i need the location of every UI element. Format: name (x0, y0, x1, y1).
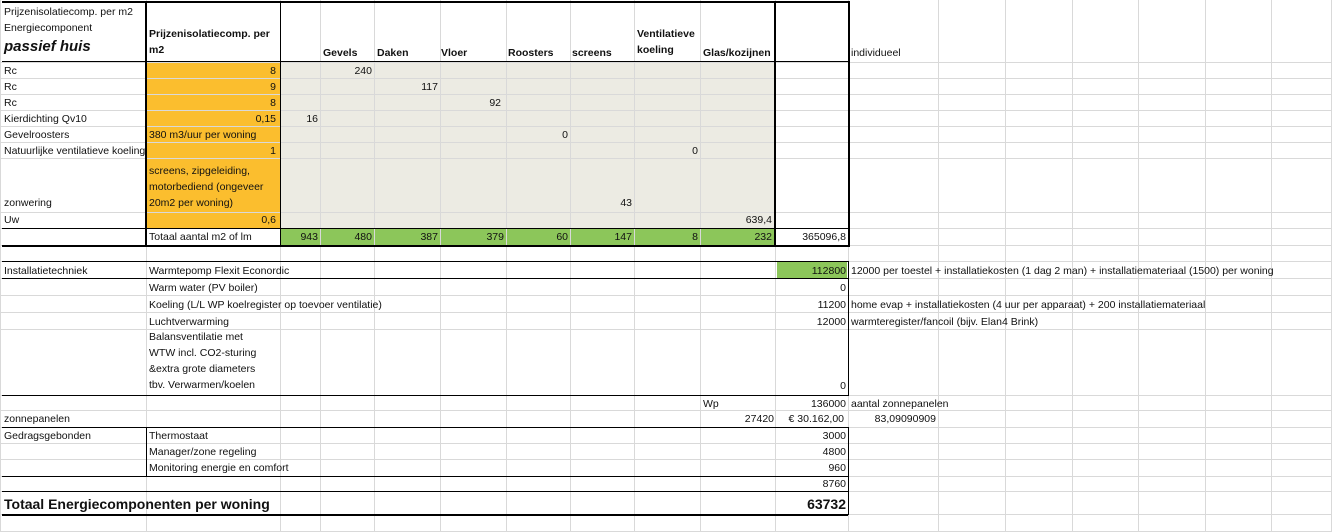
row-label: Rc (4, 97, 17, 109)
total-value: 480 (354, 231, 372, 243)
row-value-screens: 43 (620, 197, 632, 209)
row-label: Rc (4, 81, 17, 93)
row-price-line: 20m2 per woning) (149, 197, 234, 209)
col-vloer: Vloer (441, 47, 468, 59)
behav-item-name: Manager/zone regeling (149, 446, 257, 458)
row-label: Kierdichting Qv10 (4, 113, 87, 125)
grid-col-line (506, 0, 507, 532)
row-label: Uw (4, 214, 20, 226)
row-price: 1 (270, 145, 276, 157)
col-price-label-2: m2 (149, 44, 165, 56)
solar-amount: 27420 (744, 413, 774, 425)
grid-row-line (0, 410, 1332, 411)
behav-item-value: 960 (828, 462, 846, 474)
col-roosters: Roosters (508, 47, 554, 59)
row-price: 0,6 (261, 214, 276, 226)
row-value-roosters: 0 (562, 129, 568, 141)
totals-label: Totaal aantal m2 of lm (149, 231, 252, 243)
behav-sum: 8760 (822, 478, 846, 490)
col-price-label-1: Prijzenisolatiecomp. per (149, 28, 270, 40)
solar-label: zonnepanelen (4, 413, 70, 425)
col-vent-2: koeling (637, 44, 674, 56)
row-price: 8 (270, 65, 276, 77)
behav-item-value: 4800 (822, 446, 846, 458)
col-vent-1: Ventilatieve (637, 28, 695, 40)
row-label: Rc (4, 65, 17, 77)
install-item-value: 112800 (811, 265, 846, 277)
project-name: passief huis (4, 38, 91, 55)
solar-count: 83,09090909 (874, 413, 936, 425)
total-value: 387 (420, 231, 438, 243)
total-value: 147 (614, 231, 632, 243)
install-item-note: warmteregister/fancoil (bijv. Elan4 Brin… (851, 316, 1039, 328)
grid-col-line (440, 0, 441, 532)
behav-item-name: Thermostaat (149, 430, 208, 442)
install-item-name: Koeling (L/L WP koelregister op toevoer … (149, 299, 382, 311)
total-value: 379 (486, 231, 504, 243)
row-value-daken: 117 (421, 81, 438, 93)
row-value-gevels: 240 (354, 65, 372, 77)
total-value: 232 (754, 231, 772, 243)
grid-col-line (700, 0, 701, 532)
spreadsheet: Prijzenisolatiecomp. per m2 Energiecompo… (0, 0, 1332, 532)
balans-line: WTW incl. CO2-sturing (149, 347, 257, 359)
total-sum: 365096,8 (802, 231, 846, 243)
grand-total-value: 63732 (807, 496, 846, 512)
balans-value: 0 (840, 380, 846, 392)
grid-col-line (320, 0, 321, 532)
row-value-glas: 639,4 (745, 214, 772, 226)
install-item-note: home evap + installatiekosten (4 uur per… (851, 299, 1206, 311)
grand-total-label: Totaal Energiecomponenten per woning (4, 496, 270, 512)
row-price-line: screens, zipgeleiding, (149, 165, 250, 177)
install-item-value: 11200 (817, 299, 846, 311)
row-value-kier: 16 (306, 113, 318, 125)
row-price: 9 (270, 81, 276, 93)
wp-note: aantal zonnepanelen (851, 398, 949, 410)
row-label: Gevelroosters (4, 129, 70, 141)
title-energiecomponent: Energiecomponent (4, 22, 93, 34)
behav-item-name: Monitoring energie en comfort (149, 462, 289, 474)
total-value: 8 (692, 231, 698, 243)
balans-line: Balansventilatie met (149, 331, 243, 343)
balans-line: &extra grote diameters (149, 363, 256, 375)
balans-line: tbv. Verwarmen/koelen (149, 379, 256, 391)
row-price-line: motorbediend (ongeveer (149, 181, 264, 193)
row-price: 0,15 (255, 113, 276, 125)
col-individueel: individueel (851, 47, 901, 59)
grid-col-line (634, 0, 635, 532)
section-installatietechniek: Installatietechniek (4, 265, 88, 277)
wp-label: Wp (703, 398, 719, 410)
row-price: 8 (270, 97, 276, 109)
behav-item-value: 3000 (822, 430, 846, 442)
install-item-name: Warm water (PV boiler) (149, 282, 258, 294)
row-label: Natuurlijke ventilatieve koeling (4, 145, 145, 157)
install-item-note: 12000 per toestel + installatiekosten (1… (851, 265, 1274, 277)
install-item-name: Luchtverwarming (149, 316, 229, 328)
col-screens: screens (572, 47, 612, 59)
row-value-vloer: 92 (489, 97, 501, 109)
row-label: zonwering (4, 197, 52, 209)
grid-col-line (570, 0, 571, 532)
col-gevels: Gevels (323, 47, 358, 59)
wp-value: 136000 (810, 398, 846, 410)
grid-col-line (0, 0, 1, 532)
row-value-vent: 0 (692, 145, 698, 157)
row-price: 380 m3/uur per woning (149, 129, 257, 141)
install-item-name: Warmtepomp Flexit Econordic (149, 265, 290, 277)
solar-euro: € 30.162,00 (788, 413, 844, 425)
install-item-value: 0 (840, 282, 846, 294)
total-value: 60 (556, 231, 568, 243)
total-value: 943 (300, 231, 318, 243)
section-gedragsgebonden: Gedragsgebonden (4, 430, 91, 442)
col-glas: Glas/kozijnen (703, 47, 771, 59)
col-daken: Daken (377, 47, 409, 59)
install-item-value: 12000 (816, 316, 846, 328)
title-prijzen: Prijzenisolatiecomp. per m2 (4, 6, 133, 18)
